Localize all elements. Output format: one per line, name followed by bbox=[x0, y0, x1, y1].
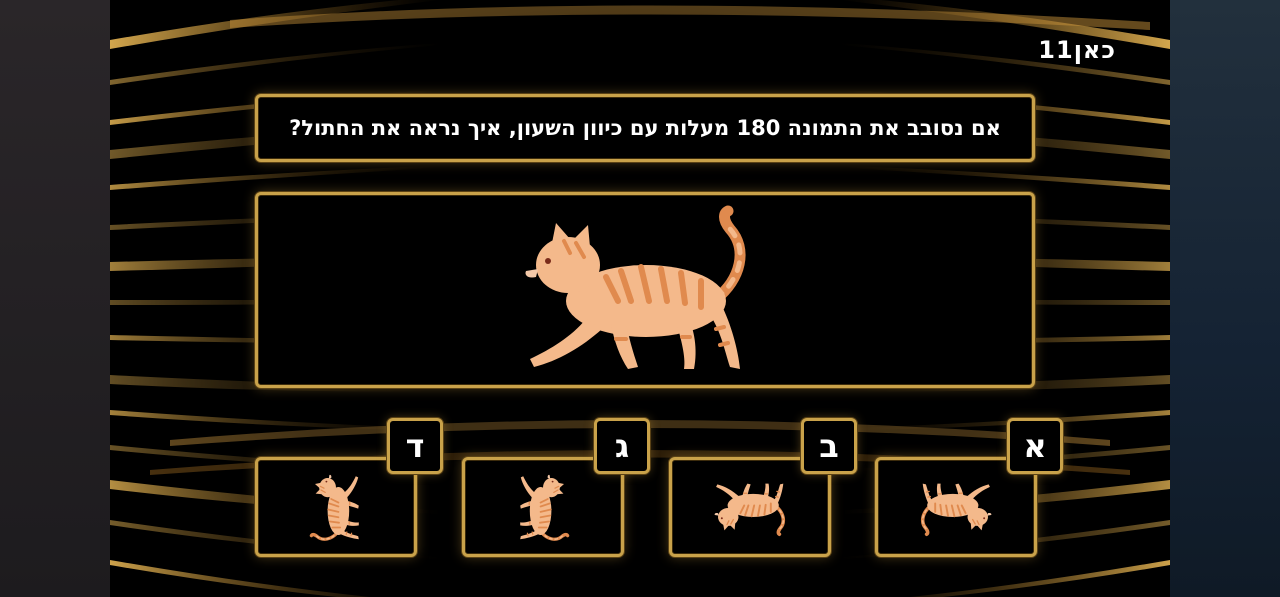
question-text: אם נסובב את התמונה 180 מעלות עם כיוון הש… bbox=[289, 116, 1001, 140]
game-screen: כאן11 אם נסובב את התמונה 180 מעלות עם כי… bbox=[110, 0, 1170, 597]
question-image-panel bbox=[255, 192, 1035, 388]
answer-letter-a[interactable]: א bbox=[1007, 418, 1063, 474]
answer-letter-d[interactable]: ד bbox=[387, 418, 443, 474]
answer-letter-b[interactable]: ב bbox=[801, 418, 857, 474]
answer-letter-c[interactable]: ג bbox=[594, 418, 650, 474]
channel-logo: כאן11 bbox=[1038, 36, 1116, 64]
right-letterbox bbox=[1170, 0, 1280, 597]
left-letterbox bbox=[0, 0, 110, 597]
question-panel: אם נסובב את התמונה 180 מעלות עם כיוון הש… bbox=[255, 94, 1035, 162]
cat-image bbox=[525, 205, 746, 369]
